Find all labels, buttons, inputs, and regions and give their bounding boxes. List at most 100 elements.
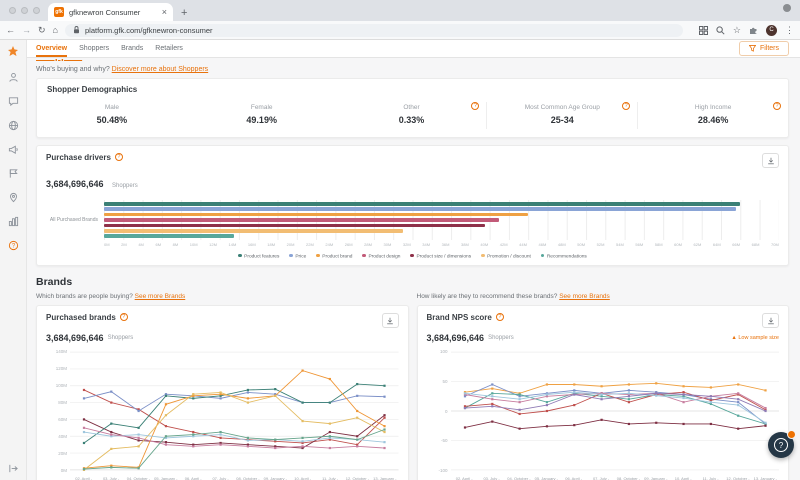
sidebar-chat-icon[interactable] xyxy=(8,96,19,107)
data-point xyxy=(573,394,575,396)
back-icon[interactable]: ← xyxy=(6,25,15,35)
browser-tab[interactable]: gfk gfknewron Consumer × xyxy=(48,3,173,21)
see-more-brands-link[interactable]: See more Brands xyxy=(135,293,186,300)
download-button[interactable] xyxy=(762,313,779,328)
minimize-window-icon[interactable] xyxy=(21,7,28,14)
extensions-icon[interactable] xyxy=(749,26,758,35)
search-icon[interactable] xyxy=(716,26,725,35)
main-panel: Overview Shoppers Brands Retailers Filte… xyxy=(27,40,800,480)
discover-shoppers-link[interactable]: Discover more about Shoppers xyxy=(112,66,209,73)
axis-tick: 48M xyxy=(558,242,566,247)
info-icon[interactable]: ? xyxy=(496,313,504,321)
info-icon[interactable]: ? xyxy=(773,102,781,110)
download-button[interactable] xyxy=(382,313,399,328)
shopper-demographics-card: Shopper Demographics Male 50.48% Female … xyxy=(36,78,789,138)
forward-icon[interactable]: → xyxy=(22,25,31,35)
close-window-icon[interactable] xyxy=(9,7,16,14)
line-plot-area xyxy=(451,347,780,475)
tab-title: gfknewron Consumer xyxy=(69,8,157,17)
stat-male: Male 50.48% xyxy=(37,102,187,129)
data-point xyxy=(737,392,739,394)
axis-tick: 46M xyxy=(539,242,547,247)
tab-shoppers[interactable]: Shoppers xyxy=(79,41,109,57)
data-point xyxy=(274,388,276,390)
bar-legend: Product featuresPriceProduct brandProduc… xyxy=(46,254,779,260)
data-point xyxy=(356,439,358,441)
sidebar-chart-icon[interactable] xyxy=(8,216,19,227)
tab-search-icon[interactable] xyxy=(699,26,708,35)
bookmark-star-icon[interactable]: ☆ xyxy=(733,25,741,36)
maximize-window-icon[interactable] xyxy=(33,7,40,14)
profile-dot-icon[interactable] xyxy=(783,4,791,12)
data-point xyxy=(600,419,602,421)
data-point xyxy=(518,394,520,396)
see-more-brands-link[interactable]: See more Brands xyxy=(559,293,610,300)
filters-button[interactable]: Filters xyxy=(739,41,789,56)
menu-dots-icon[interactable]: ⋮ xyxy=(785,25,794,36)
line-x-axis: 02. April - June 201803. July - Septembe… xyxy=(70,475,399,480)
info-icon[interactable]: ? xyxy=(120,313,128,321)
axis-tick: 2M xyxy=(121,242,127,247)
stat-age-group: ? Most Common Age Group 25-34 xyxy=(486,102,637,129)
axis-tick: 80M xyxy=(58,400,67,405)
reload-icon[interactable]: ↻ xyxy=(38,25,46,36)
axis-tick: 28M xyxy=(364,242,372,247)
data-point xyxy=(192,431,194,433)
data-point xyxy=(165,444,167,446)
data-point xyxy=(491,398,493,400)
info-icon[interactable]: ? xyxy=(115,153,123,161)
data-point xyxy=(83,427,85,429)
legend-item: Product design xyxy=(362,254,400,260)
axis-tick: 38M xyxy=(461,242,469,247)
data-point xyxy=(545,384,547,386)
data-point xyxy=(110,391,112,393)
sidebar-location-icon[interactable] xyxy=(8,192,19,203)
address-bar[interactable]: platform.gfk.com/gfknewron-consumer xyxy=(65,24,683,37)
tab-brands[interactable]: Brands xyxy=(121,41,143,57)
data-point xyxy=(165,403,167,405)
axis-tick: 52M xyxy=(597,242,605,247)
data-point xyxy=(247,440,249,442)
window-controls[interactable] xyxy=(0,0,48,21)
stat-other: ? Other 0.33% xyxy=(337,102,487,129)
sidebar-collapse-icon[interactable] xyxy=(8,463,19,474)
data-point xyxy=(682,397,684,399)
data-point xyxy=(329,435,331,437)
sidebar-megaphone-icon[interactable] xyxy=(8,144,19,155)
data-point xyxy=(301,440,303,442)
data-point xyxy=(83,398,85,400)
axis-tick: 40M xyxy=(480,242,488,247)
tab-overview[interactable]: Overview xyxy=(36,41,67,57)
new-tab-button[interactable]: + xyxy=(173,7,195,21)
profile-avatar[interactable]: C xyxy=(766,25,777,36)
toolbar-right: ☆ C ⋮ xyxy=(699,25,794,36)
data-point xyxy=(545,404,547,406)
legend-item: Product brand xyxy=(316,254,352,260)
data-point xyxy=(627,423,629,425)
data-point xyxy=(383,431,385,433)
sidebar-shoppers-icon[interactable] xyxy=(8,72,19,83)
legend-dot xyxy=(541,254,545,258)
data-point xyxy=(709,395,711,397)
stat-female: Female 49.19% xyxy=(187,102,337,129)
data-point xyxy=(110,448,112,450)
download-button[interactable] xyxy=(762,153,779,168)
axis-tick: 34M xyxy=(422,242,430,247)
axis-tick: 0M xyxy=(104,242,110,247)
legend-item: Product features xyxy=(238,254,279,260)
browser-toolbar: ← → ↻ ⌂ platform.gfk.com/gfknewron-consu… xyxy=(0,21,800,40)
sidebar-globe-icon[interactable] xyxy=(8,120,19,131)
sidebar-flag-icon[interactable] xyxy=(8,168,19,179)
tab-retailers[interactable]: Retailers xyxy=(155,41,183,57)
bar-product-size-dimensions xyxy=(104,224,485,228)
data-point xyxy=(627,392,629,394)
data-point xyxy=(764,390,766,392)
tab-close-icon[interactable]: × xyxy=(162,7,167,17)
lock-icon xyxy=(73,26,80,34)
help-fab-button[interactable]: ? xyxy=(768,432,794,458)
sidebar-help-icon[interactable]: ? xyxy=(8,240,19,251)
home-icon[interactable]: ⌂ xyxy=(53,25,58,35)
data-point xyxy=(383,425,385,427)
line-series-2 xyxy=(84,415,385,448)
bar-price xyxy=(104,207,736,211)
